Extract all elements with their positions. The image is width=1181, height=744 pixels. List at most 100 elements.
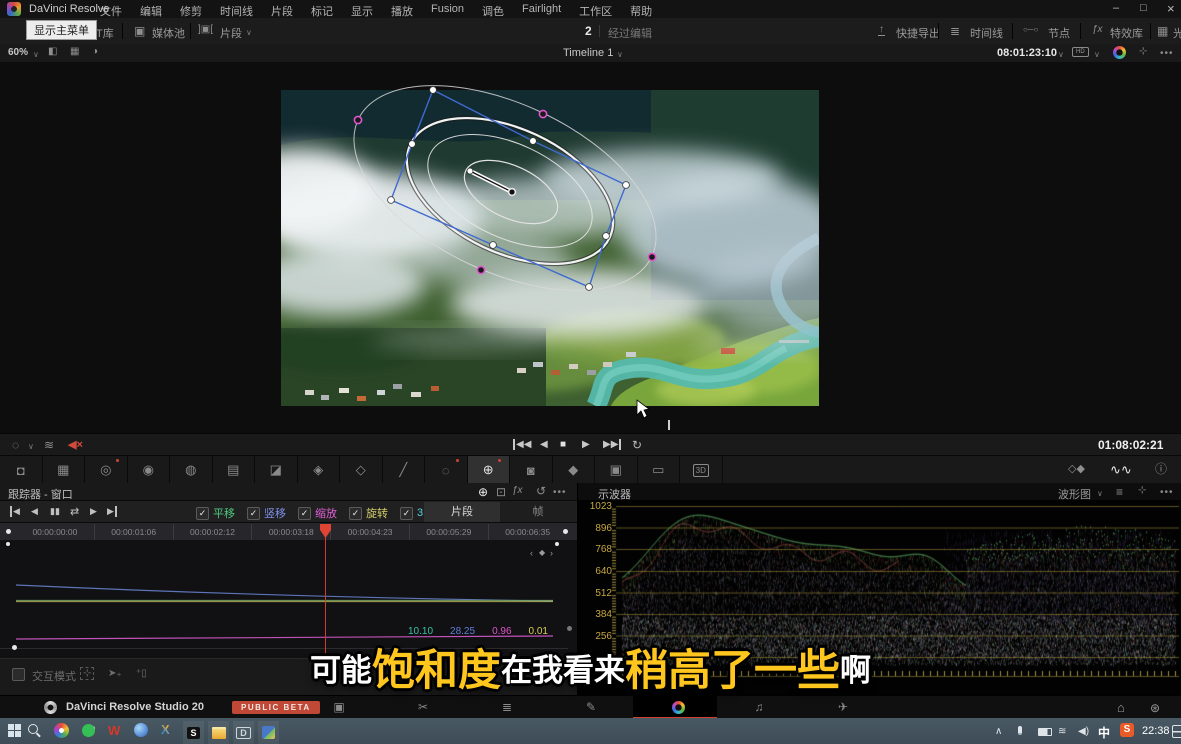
viewer-options-icon[interactable]: ••• xyxy=(1160,48,1174,59)
taskbar-app-green[interactable] xyxy=(82,724,95,737)
tracker-options-icon[interactable]: ••• xyxy=(553,487,567,498)
scope-expand-icon[interactable]: ⊹ xyxy=(1138,486,1146,496)
minimize-button[interactable]: – xyxy=(1113,2,1119,14)
tracker-ruler[interactable]: 00:00:00:0000:00:01:0600:00:02:1200:00:0… xyxy=(0,522,577,541)
track-bidirectional-icon[interactable]: ⇄ xyxy=(70,505,79,518)
skip-end-icon[interactable]: ▶▶ xyxy=(603,439,621,450)
notification-center-icon[interactable] xyxy=(1172,725,1181,738)
clip-selector-button[interactable]: 片段 xyxy=(220,25,242,41)
settings-gear-icon[interactable]: ⊛ xyxy=(1150,701,1160,715)
nodes-button[interactable]: 节点 xyxy=(1048,25,1070,41)
tracker-checkbox-3[interactable]: ✓旋转 xyxy=(349,505,388,521)
ruler-tick-0[interactable]: 00:00:00:00 xyxy=(16,524,94,540)
palette-sizing-icon[interactable]: ▭ xyxy=(638,456,681,484)
tray-sogou-icon[interactable]: S xyxy=(1120,723,1134,737)
menu-item-8[interactable]: Fusion xyxy=(431,3,464,19)
info-palette-icon[interactable]: ⓘ xyxy=(1155,463,1167,475)
tab-frame[interactable]: 帧 xyxy=(500,502,576,522)
grid-view-icon[interactable]: ▦ xyxy=(70,47,79,57)
menu-item-10[interactable]: Fairlight xyxy=(522,3,561,19)
track-to-end-icon[interactable]: ▶ xyxy=(107,506,117,517)
tracker-graph[interactable]: ‹ ◆ › 10.1028.250.960.01 xyxy=(0,540,577,658)
track-forward-icon[interactable]: ▶ xyxy=(90,506,97,517)
zoom-select[interactable]: 60% xyxy=(8,47,28,58)
start-button[interactable] xyxy=(8,724,21,737)
ruler-tick-3[interactable]: 00:00:03:18 xyxy=(251,524,330,540)
lightbox-label[interactable]: 光箱 xyxy=(1173,25,1181,41)
timeline-view-button[interactable]: 时间线 xyxy=(970,25,1003,41)
menu-item-1[interactable]: 编辑 xyxy=(140,3,162,19)
tracker-checkbox-2[interactable]: ✓缩放 xyxy=(298,505,337,521)
tray-chevron-up-icon[interactable]: ∧ xyxy=(995,726,1002,737)
scrollbar-handle[interactable] xyxy=(567,626,572,631)
tray-wifi-icon[interactable]: ≋ xyxy=(1058,726,1066,737)
enhance-icon[interactable] xyxy=(1113,46,1126,59)
clip-selector-icon[interactable]: ]▣[ xyxy=(198,25,213,35)
menu-item-11[interactable]: 工作区 xyxy=(579,3,612,19)
pause-icon[interactable]: ▮▮ xyxy=(50,506,60,517)
expand-icon[interactable]: ⊹ xyxy=(1139,47,1147,57)
loop-icon[interactable]: ↻ xyxy=(632,438,642,452)
palette-color-board-icon[interactable]: ▤ xyxy=(213,456,256,484)
next-keyframe-icon[interactable]: › xyxy=(550,548,553,558)
media-pool-icon[interactable]: ▣ xyxy=(134,25,145,37)
track-reverse-icon[interactable]: ◀ xyxy=(31,506,38,517)
ruler-tick-1[interactable]: 00:00:01:06 xyxy=(94,524,173,540)
taskbar-app-pinwheel[interactable]: X xyxy=(161,722,170,737)
layers-icon[interactable]: ≋ xyxy=(44,439,54,451)
interactive-mode-checkbox[interactable] xyxy=(12,668,25,681)
tracker-checkbox-1[interactable]: ✓竖移 xyxy=(247,505,286,521)
ruler-tick-2[interactable]: 00:00:02:12 xyxy=(173,524,252,540)
tray-clock[interactable]: 22:38 xyxy=(1142,725,1170,737)
split-view-icon[interactable]: ◧ xyxy=(48,47,57,57)
timeline-name[interactable]: Timeline 1 xyxy=(563,47,613,59)
track-to-start-icon[interactable]: ◀ xyxy=(10,506,20,517)
page-media-button[interactable]: ▣ xyxy=(329,699,349,715)
menu-item-3[interactable]: 时间线 xyxy=(220,3,253,19)
menu-item-6[interactable]: 显示 xyxy=(351,3,373,19)
menu-item-4[interactable]: 片段 xyxy=(271,3,293,19)
taskbar-app-blue-browser[interactable] xyxy=(134,723,148,737)
tray-ime[interactable]: 中 xyxy=(1098,724,1110,741)
scope-options-icon[interactable]: ••• xyxy=(1160,487,1174,498)
page-deliver-button[interactable]: ✈ xyxy=(833,699,853,715)
palette-color-slice-icon[interactable]: ◍ xyxy=(170,456,213,484)
quick-export-button[interactable]: 快捷导出 xyxy=(896,25,940,41)
menu-item-12[interactable]: 帮助 xyxy=(630,3,652,19)
tracker-playhead[interactable] xyxy=(325,524,326,657)
unmix-icon[interactable]: ◌ xyxy=(12,439,19,451)
scope-settings-icon[interactable]: ≡ xyxy=(1116,486,1123,498)
taskbar-app-d[interactable]: D xyxy=(233,721,254,744)
tray-mic-icon[interactable] xyxy=(1018,726,1022,735)
tray-battery-icon[interactable] xyxy=(1038,728,1052,736)
taskbar-app-explorer[interactable] xyxy=(208,721,229,744)
maximize-button[interactable]: □ xyxy=(1140,2,1147,14)
power-window-overlay[interactable] xyxy=(281,80,819,416)
page-color-button[interactable] xyxy=(668,699,688,715)
palette-magic-wand-icon[interactable]: ╱ xyxy=(383,456,426,484)
tracker-point-icon[interactable]: ⊕ xyxy=(478,485,488,499)
menu-item-7[interactable]: 播放 xyxy=(391,3,413,19)
prev-keyframe-icon[interactable]: ‹ xyxy=(530,548,533,558)
palette-color-match-icon[interactable]: ▦ xyxy=(43,456,86,484)
ruler-tick-4[interactable]: 00:00:04:23 xyxy=(330,524,409,540)
ruler-tick-6[interactable]: 00:00:06:35 xyxy=(488,524,567,540)
palette-color-wheels-icon[interactable]: ◎ xyxy=(85,456,128,484)
page-edit-button[interactable]: ≣ xyxy=(497,699,517,715)
close-button[interactable]: × xyxy=(1167,1,1175,16)
palette-window-icon[interactable]: ◌ xyxy=(425,456,468,484)
page-fairlight-button[interactable]: ♫ xyxy=(749,699,769,715)
tracker-checkbox-0[interactable]: ✓平移 xyxy=(196,505,235,521)
palette-tracker-icon[interactable]: ⊕ xyxy=(468,456,511,484)
audio-mute-icon[interactable]: ◀× xyxy=(68,438,83,451)
move-point-icon[interactable]: ➤₊ xyxy=(108,668,122,679)
search-button[interactable] xyxy=(28,724,38,734)
palette-blur-icon[interactable]: ◆ xyxy=(553,456,596,484)
page-fusion-button[interactable]: ✎ xyxy=(581,699,601,715)
palette-curves-icon[interactable]: ◪ xyxy=(255,456,298,484)
delete-point-icon[interactable]: ⁺▯ xyxy=(136,668,147,679)
palette-qualifier-icon[interactable]: ◈ xyxy=(298,456,341,484)
menu-item-2[interactable]: 修剪 xyxy=(180,3,202,19)
page-cut-button[interactable]: ✂ xyxy=(413,699,433,715)
monitor-output-icon[interactable]: HD xyxy=(1072,47,1089,57)
